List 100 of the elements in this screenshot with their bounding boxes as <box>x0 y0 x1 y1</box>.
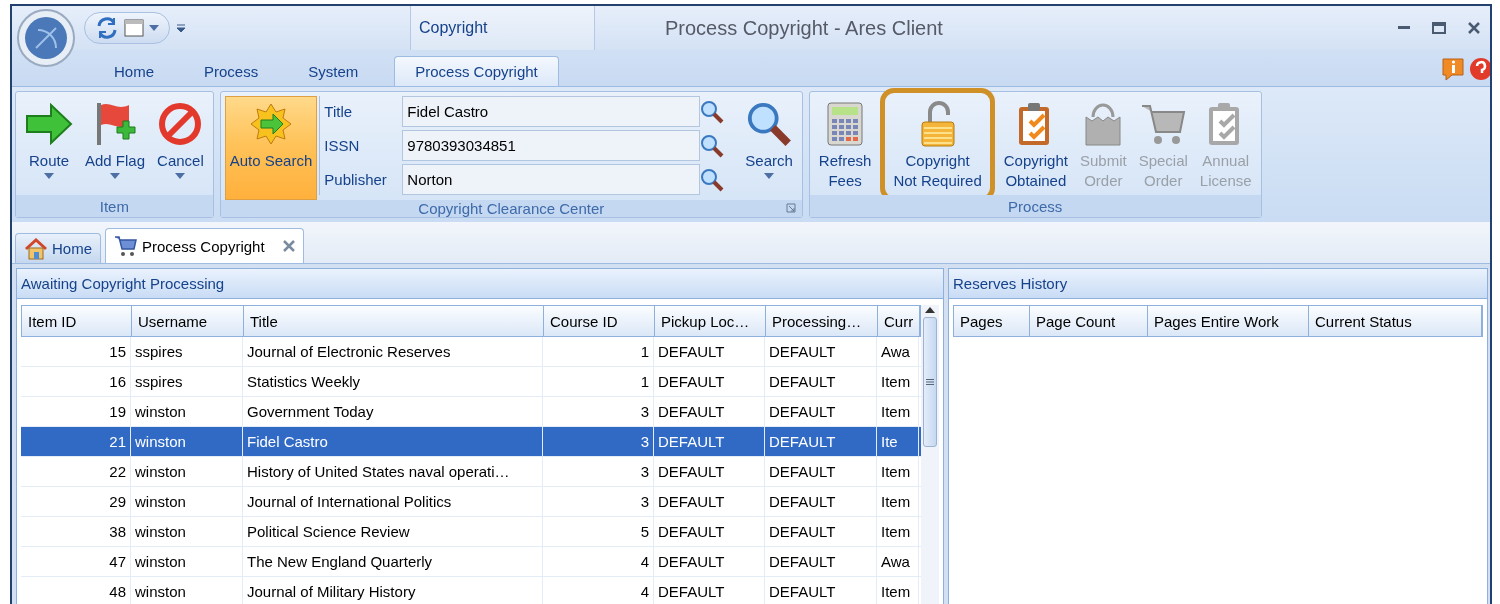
column-header[interactable]: Item ID <box>22 306 132 336</box>
column-header[interactable]: Course ID <box>544 306 655 336</box>
group-label: Item <box>16 195 213 217</box>
maximize-icon[interactable] <box>1432 22 1446 34</box>
context-tab-group: Copyright <box>410 6 595 50</box>
table-row[interactable]: 15 sspires Journal of Electronic Reserves 1 DEFAULT DEFAULT Awa <box>21 337 921 367</box>
table-cell: 16 <box>21 367 131 396</box>
document-tab[interactable]: Home <box>15 233 101 263</box>
search-icon[interactable] <box>700 99 725 124</box>
table-cell: Journal of International Politics <box>243 487 543 516</box>
table-cell: Journal of Electronic Reserves <box>243 337 543 366</box>
calculator-icon <box>827 102 864 146</box>
table-cell: winston <box>131 547 243 576</box>
table-cell: winston <box>131 397 243 426</box>
table-cell: DEFAULT <box>765 427 877 456</box>
ribbon-button[interactable]: Copyright Obtained <box>998 96 1073 194</box>
table-cell: Item <box>877 367 919 396</box>
table-row[interactable]: 29 winston Journal of International Politics 3 DEFAULT DEFAULT Item <box>21 487 921 517</box>
page-icon[interactable] <box>123 17 145 39</box>
column-header[interactable]: Current Status <box>1309 306 1482 336</box>
search-field[interactable]: Fidel Castro <box>402 96 701 127</box>
column-header[interactable]: Username <box>132 306 244 336</box>
search-field[interactable]: Norton <box>402 164 701 195</box>
info-icon[interactable] <box>1440 56 1466 82</box>
group-label: Process <box>809 195 1261 217</box>
ribbon-tab[interactable]: Process Copyright <box>394 56 559 86</box>
table-row[interactable]: 22 winston History of United States naval operati… 3 DEFAULT DEFAULT Item <box>21 457 921 487</box>
table-cell: DEFAULT <box>654 397 765 426</box>
table-cell: Item <box>877 487 919 516</box>
column-header[interactable]: Page Count <box>1030 306 1148 336</box>
table-cell: 3 <box>543 397 654 426</box>
window-title: Process Copyright - Ares Client <box>664 15 944 41</box>
table-cell: 19 <box>21 397 131 426</box>
field-label: ISSN <box>324 137 361 154</box>
search-icon[interactable] <box>700 167 725 192</box>
table-cell: 4 <box>543 547 654 576</box>
table-cell: winston <box>131 457 243 486</box>
table-cell: winston <box>131 487 243 516</box>
table-row[interactable]: 47 winston The New England Quarterly 4 DEFAULT DEFAULT Awa <box>21 547 921 577</box>
table-cell: 21 <box>21 427 131 456</box>
starburst-arrow-icon <box>249 102 294 146</box>
table-cell: 1 <box>543 367 654 396</box>
column-header[interactable]: Title <box>244 306 544 336</box>
bag-icon <box>1083 101 1124 147</box>
table-cell: 29 <box>21 487 131 516</box>
column-header[interactable]: Curr <box>878 306 920 336</box>
refresh-icon[interactable] <box>95 16 119 40</box>
table-cell: Journal of Military History <box>243 577 543 604</box>
minimize-icon[interactable] <box>1398 26 1410 30</box>
ribbon-tab[interactable]: System <box>284 56 383 86</box>
ribbon-button[interactable]: Add Flag <box>80 96 151 182</box>
ribbon-button[interactable]: Copyright Not Required <box>888 96 987 194</box>
table-cell: DEFAULT <box>765 547 877 576</box>
customize-toolbar-icon[interactable] <box>176 23 186 33</box>
grip-icon <box>926 379 934 385</box>
table-cell: 38 <box>21 517 131 546</box>
table-cell: The New England Quarterly <box>243 547 543 576</box>
table-cell: 3 <box>543 487 654 516</box>
table-cell: DEFAULT <box>654 337 765 366</box>
table-cell: Item <box>877 397 919 426</box>
scroll-up-icon[interactable] <box>924 305 936 315</box>
table-cell: Awa <box>877 337 919 366</box>
help-icon[interactable] <box>1468 56 1490 82</box>
auto-search-button[interactable]: Auto Search <box>224 96 318 200</box>
table-cell: 3 <box>543 457 654 486</box>
table-row[interactable]: 16 sspires Statistics Weekly 1 DEFAULT DEFAULT Item <box>21 367 921 397</box>
table-cell: Awa <box>877 547 919 576</box>
table-cell: Item <box>877 517 919 546</box>
table-cell: Statistics Weekly <box>243 367 543 396</box>
column-header[interactable]: Processing… <box>766 306 878 336</box>
ribbon-tab[interactable]: Home <box>90 56 178 86</box>
ribbon-tab[interactable]: Process <box>180 56 283 86</box>
table-cell: 4 <box>543 577 654 604</box>
table-row[interactable]: 19 winston Government Today 3 DEFAULT DEFAULT Item <box>21 397 921 427</box>
search-icon[interactable] <box>746 101 793 147</box>
table-row[interactable]: 38 winston Political Science Review 5 DEFAULT DEFAULT Item <box>21 517 921 547</box>
table-cell: DEFAULT <box>654 427 765 456</box>
document-tab[interactable]: Process Copyright <box>105 228 304 263</box>
caret-icon <box>149 25 159 31</box>
ribbon-button[interactable]: Cancel <box>152 96 209 182</box>
close-icon[interactable] <box>282 240 295 252</box>
table-cell: DEFAULT <box>765 517 877 546</box>
table-row[interactable]: 21 winston Fidel Castro 3 DEFAULT DEFAULT Ite <box>21 427 921 457</box>
dialog-launcher-icon[interactable] <box>785 203 796 213</box>
shopping-cart-icon <box>114 235 138 257</box>
ribbon-button[interactable]: Route <box>20 96 78 182</box>
table-cell: DEFAULT <box>654 547 765 576</box>
search-field[interactable]: 9780393034851 <box>402 130 701 161</box>
column-header[interactable]: Pickup Loc… <box>655 306 766 336</box>
column-header[interactable]: Pages <box>954 306 1030 336</box>
search-button[interactable]: Search <box>740 96 798 182</box>
table-cell: DEFAULT <box>765 367 877 396</box>
close-icon[interactable] <box>1468 22 1480 34</box>
table-cell: winston <box>131 517 243 546</box>
ribbon-button[interactable]: Refresh Fees <box>813 96 877 194</box>
column-header[interactable]: Pages Entire Work <box>1148 306 1309 336</box>
table-cell: DEFAULT <box>654 517 765 546</box>
table-cell: Fidel Castro <box>243 427 543 456</box>
search-icon[interactable] <box>700 133 725 158</box>
table-cell: DEFAULT <box>654 457 765 486</box>
